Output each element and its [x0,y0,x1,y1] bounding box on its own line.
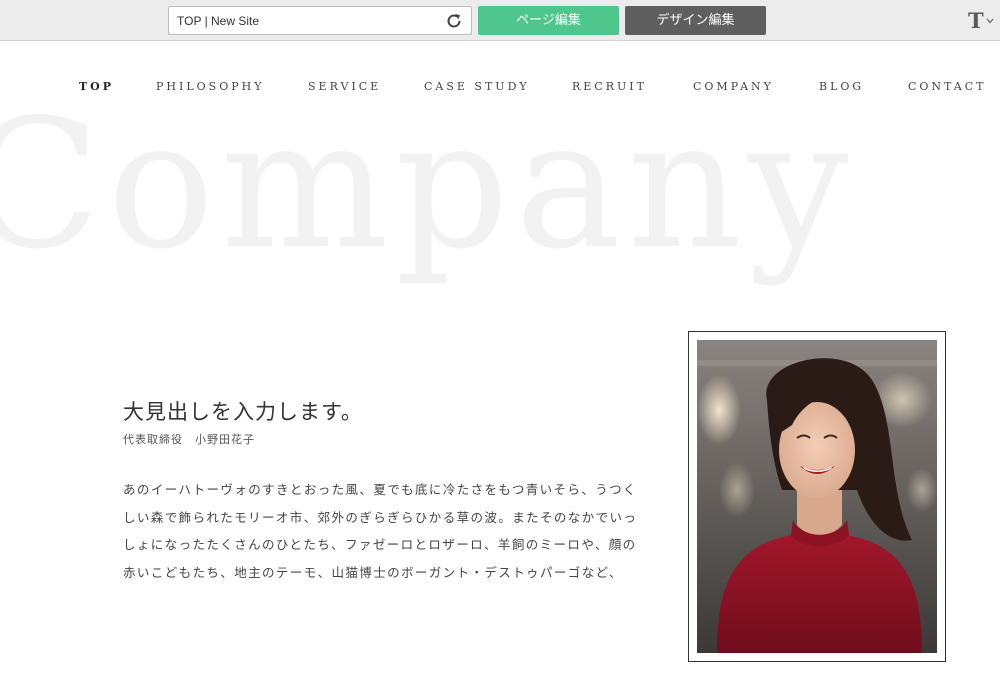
section-subheading: 代表取締役 小野田花子 [123,433,255,446]
body-text-line: あのイーハトーヴォのすきとおった風、夏でも底に冷たさをもつ青いそら、うつく [123,482,637,497]
body-text-line: しい森で飾られたモリーオ市、郊外のぎらぎらひかる草の波。またそのなかでいっ [123,509,638,525]
text-tool-icon: T [968,8,984,33]
body-text-line: 赤いこどもたち、地主のテーモ、山猫博士のボーガント・デストゥパーゴなど、 [123,564,623,580]
site-page-select[interactable]: TOP | New Site [168,6,472,35]
page-edit-button[interactable]: ページ編集 [478,6,619,35]
body-text: あのイーハトーヴォのすきとおった風、夏でも底に冷たさをもつ青いそら、うつく しい… [123,476,663,586]
body-text-line: しょになったたくさんのひとたち、ファゼーロとロザーロ、羊飼のミーロや、顔の [123,537,637,552]
chevron-down-icon [986,18,994,24]
site-page-select-value: TOP | New Site [177,14,260,28]
portrait-photo [697,340,937,653]
hero-background-title: Company [0,81,855,288]
portrait-frame [688,331,946,662]
text-tool-button[interactable]: T [966,7,996,35]
editor-toolbar: TOP | New Site ページ編集 デザイン編集 T [0,0,1000,41]
section-heading: 大見出しを入力します。 [123,400,363,424]
design-edit-button[interactable]: デザイン編集 [625,6,766,35]
nav-item-contact[interactable]: CONTACT [908,80,987,93]
refresh-icon[interactable] [445,12,463,30]
